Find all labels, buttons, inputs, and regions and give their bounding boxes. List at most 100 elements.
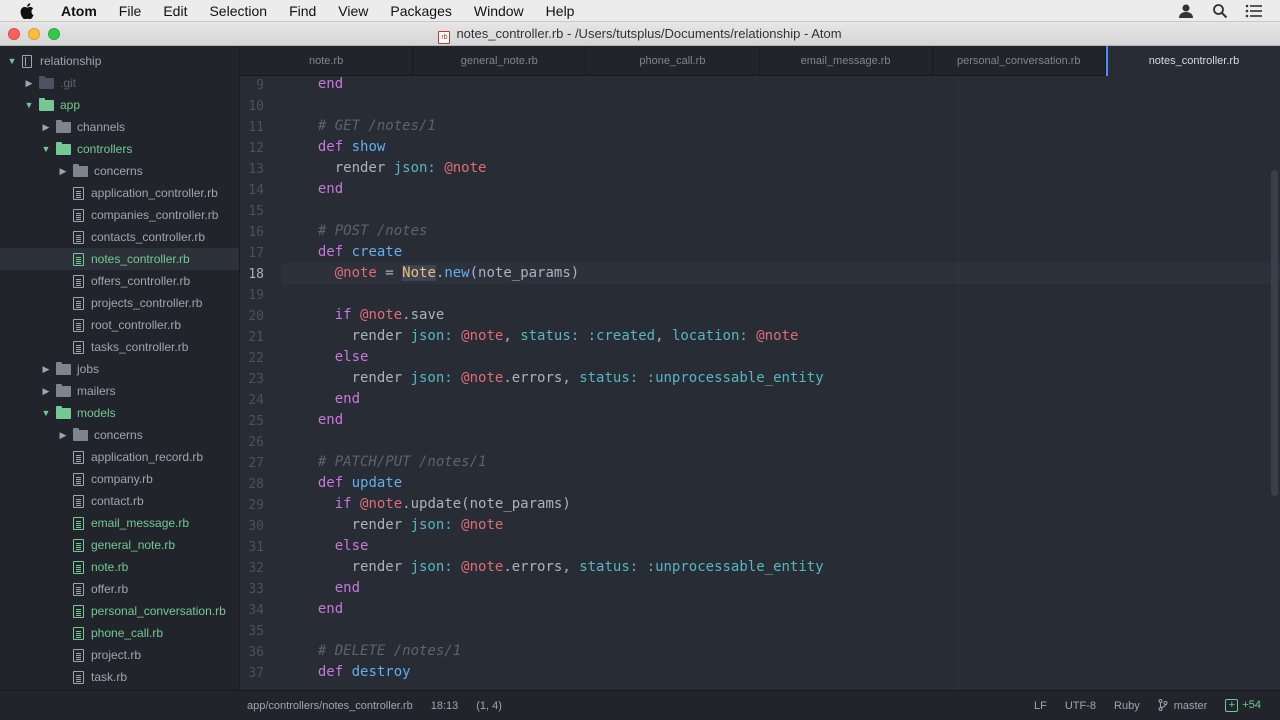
code-line[interactable]: def show xyxy=(301,137,385,158)
code-line[interactable]: else xyxy=(301,536,369,557)
menu-packages[interactable]: Packages xyxy=(379,0,462,22)
menu-app-name[interactable]: Atom xyxy=(50,0,108,22)
tree-folder[interactable]: ▶ concerns xyxy=(0,424,239,446)
status-file-path[interactable]: app/controllers/notes_controller.rb xyxy=(247,700,413,712)
code-line[interactable]: # GET /notes/1 xyxy=(301,116,436,137)
code-line[interactable]: # PATCH/PUT /notes/1 xyxy=(301,452,487,473)
code-line[interactable]: end xyxy=(301,389,360,410)
tree-file[interactable]: contact.rb xyxy=(0,490,239,512)
code-line[interactable]: def destroy xyxy=(301,662,411,683)
tab-general-note-rb[interactable]: general_note.rb xyxy=(413,46,587,76)
chevron-down-icon[interactable]: ▼ xyxy=(40,144,52,154)
tree-file[interactable]: contacts_controller.rb xyxy=(0,226,239,248)
chevron-right-icon[interactable]: ▶ xyxy=(57,430,69,441)
tab-phone-call-rb[interactable]: phone_call.rb xyxy=(586,46,760,76)
code-line[interactable]: render json: @note.errors, status: :unpr… xyxy=(301,557,824,578)
tree-file[interactable]: companies_controller.rb xyxy=(0,204,239,226)
tab-personal-conversation-rb[interactable]: personal_conversation.rb xyxy=(933,46,1106,76)
chevron-down-icon[interactable]: ▼ xyxy=(40,408,52,418)
apple-menu-icon[interactable] xyxy=(18,0,36,22)
folder-icon xyxy=(39,75,54,89)
code-line[interactable]: def create xyxy=(301,242,402,263)
menu-selection[interactable]: Selection xyxy=(198,0,278,22)
tree-file[interactable]: project.rb xyxy=(0,644,239,666)
tab-note-rb[interactable]: note.rb xyxy=(240,46,414,76)
code-line[interactable]: end xyxy=(301,179,343,200)
status-cursor-position[interactable]: 18:13 xyxy=(431,700,459,712)
tree-folder[interactable]: ▼ app xyxy=(0,94,239,116)
code-line[interactable]: end xyxy=(301,578,360,599)
code-line[interactable]: else xyxy=(301,347,369,368)
tree-file[interactable]: general_note.rb xyxy=(0,534,239,556)
chevron-right-icon[interactable]: ▶ xyxy=(57,166,69,177)
tree-folder[interactable]: ▶ mailers xyxy=(0,380,239,402)
chevron-right-icon[interactable]: ▶ xyxy=(23,78,35,89)
tree-file[interactable]: notes_controller.rb xyxy=(0,248,239,270)
code-token: json: xyxy=(410,370,453,386)
menu-edit[interactable]: Edit xyxy=(152,0,198,22)
spotlight-search-icon[interactable] xyxy=(1210,1,1230,21)
tree-file[interactable]: offers_controller.rb xyxy=(0,270,239,292)
status-line-ending[interactable]: LF xyxy=(1025,700,1056,712)
code-line[interactable]: render json: @note xyxy=(301,158,487,179)
tree-folder[interactable]: ▼ controllers xyxy=(0,138,239,160)
code-token: # PATCH/PUT /notes/1 xyxy=(317,454,487,470)
tab-email-message-rb[interactable]: email_message.rb xyxy=(760,46,933,76)
code-line[interactable]: render json: @note, status: :created, lo… xyxy=(301,326,799,347)
status-encoding[interactable]: UTF-8 xyxy=(1056,700,1105,712)
tree-file[interactable]: tasks_controller.rb xyxy=(0,336,239,358)
code-line[interactable]: if @note.save xyxy=(301,305,445,326)
code-line[interactable]: if @note.update(note_params) xyxy=(301,494,571,515)
menu-find[interactable]: Find xyxy=(278,0,327,22)
tree-file[interactable]: projects_controller.rb xyxy=(0,292,239,314)
status-git-diff[interactable]: + +54 xyxy=(1216,699,1270,712)
code-line[interactable]: # POST /notes xyxy=(301,221,428,242)
chevron-right-icon[interactable]: ▶ xyxy=(40,364,52,375)
code-line[interactable]: render json: @note xyxy=(301,515,504,536)
menu-window[interactable]: Window xyxy=(463,0,535,22)
menu-view[interactable]: View xyxy=(327,0,379,22)
tree-folder[interactable]: ▶ jobs xyxy=(0,358,239,380)
chevron-right-icon[interactable]: ▶ xyxy=(40,386,52,397)
line-number: 12 xyxy=(248,141,264,156)
tree-folder[interactable]: ▶ .git xyxy=(0,72,239,94)
code-line[interactable]: end xyxy=(301,76,343,95)
tree-file[interactable]: email_message.rb xyxy=(0,512,239,534)
tree-file[interactable]: personal_conversation.rb xyxy=(0,600,239,622)
menu-file[interactable]: File xyxy=(108,0,153,22)
tree-folder[interactable]: ▶ concerns xyxy=(0,160,239,182)
tab-notes-controller-rb[interactable]: notes_controller.rb xyxy=(1105,46,1280,76)
status-git-branch[interactable]: master xyxy=(1149,699,1217,712)
tree-file[interactable]: task.rb xyxy=(0,666,239,688)
file-icon xyxy=(73,538,84,552)
user-icon[interactable] xyxy=(1176,1,1196,21)
tree-folder[interactable]: ▼ models xyxy=(0,402,239,424)
folder-icon xyxy=(73,427,88,441)
code-line[interactable]: end xyxy=(301,599,343,620)
tree-file[interactable]: company.rb xyxy=(0,468,239,490)
tree-file[interactable]: root_controller.rb xyxy=(0,314,239,336)
menu-help[interactable]: Help xyxy=(535,0,586,22)
chevron-down-icon[interactable]: ▼ xyxy=(23,100,35,110)
code-line[interactable]: end xyxy=(301,410,343,431)
tree-file[interactable]: application_controller.rb xyxy=(0,182,239,204)
chevron-right-icon[interactable]: ▶ xyxy=(40,122,52,133)
code-editor[interactable]: 9 10 11 12 13 14 15 16 17 18 19 20 21 22 23 24 25 26 27 28 2… xyxy=(240,76,1280,690)
window-close-button[interactable] xyxy=(8,27,20,40)
code-line[interactable]: @note = Note.new(note_params) xyxy=(301,263,579,284)
tree-folder[interactable]: ▶ channels xyxy=(0,116,239,138)
code-line[interactable]: render json: @note.errors, status: :unpr… xyxy=(301,368,824,389)
tree-file[interactable]: application_record.rb xyxy=(0,446,239,468)
status-grammar[interactable]: Ruby xyxy=(1105,700,1149,712)
notification-center-icon[interactable] xyxy=(1244,1,1264,21)
window-minimize-button[interactable] xyxy=(28,27,40,40)
editor-scrollbar[interactable] xyxy=(1271,170,1278,496)
tree-file[interactable]: note.rb xyxy=(0,556,239,578)
code-line[interactable]: # DELETE /notes/1 xyxy=(301,641,461,662)
tree-root[interactable]: ▼ relationship xyxy=(0,50,239,72)
tree-file[interactable]: phone_call.rb xyxy=(0,622,239,644)
code-line[interactable]: def update xyxy=(301,473,402,494)
window-zoom-button[interactable] xyxy=(48,27,60,40)
tree-file[interactable]: offer.rb xyxy=(0,578,239,600)
